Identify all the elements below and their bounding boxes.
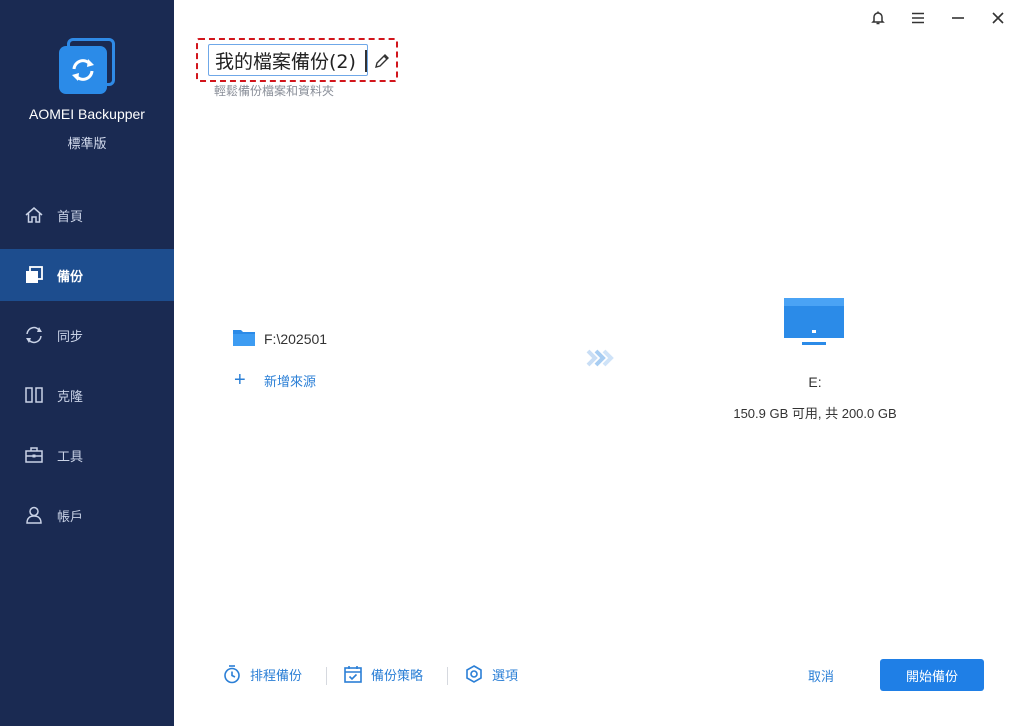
start-backup-button[interactable]: 開始備份 (880, 659, 984, 691)
sidebar-item-label: 首頁 (57, 209, 84, 225)
task-name-highlight: 我的檔案備份(2) (196, 38, 398, 82)
toolbox-icon (24, 445, 44, 465)
add-source-button[interactable]: + 新增來源 (234, 370, 316, 390)
destination-drive-icon[interactable] (782, 296, 848, 356)
divider (447, 667, 448, 685)
sidebar-nav: 首頁 備份 同步 克隆 工具 帳戶 (0, 189, 174, 549)
menu-icon[interactable] (902, 6, 934, 30)
home-icon (24, 205, 44, 225)
app-edition: 標準版 (67, 137, 107, 152)
sidebar-item-backup[interactable]: 備份 (0, 249, 174, 301)
sidebar-item-label: 帳戶 (57, 509, 84, 525)
backup-scheme-label: 備份策略 (371, 668, 424, 684)
minimize-icon[interactable] (942, 6, 974, 30)
sidebar-item-label: 備份 (57, 269, 84, 285)
divider (326, 667, 327, 685)
options-label: 選項 (492, 668, 519, 684)
pencil-icon[interactable] (373, 52, 391, 70)
close-icon[interactable] (982, 6, 1014, 30)
source-item[interactable]: F:\202501 (232, 327, 327, 351)
app-name: AOMEI Backupper (29, 106, 145, 122)
text-cursor (365, 50, 367, 72)
flow-arrows-icon (586, 348, 616, 372)
sidebar-item-account[interactable]: 帳戶 (0, 489, 174, 541)
source-path: F:\202501 (264, 331, 328, 347)
sidebar-item-clone[interactable]: 克隆 (0, 369, 174, 421)
sidebar-item-tools[interactable]: 工具 (0, 429, 174, 481)
refresh-logo-icon (59, 46, 107, 94)
add-source-label: 新增來源 (264, 374, 317, 390)
hexagon-settings-icon (466, 665, 482, 683)
sidebar-item-label: 同步 (57, 329, 84, 345)
bell-icon[interactable] (862, 6, 894, 30)
calendar-check-icon (344, 666, 362, 683)
stopwatch-icon (224, 665, 240, 684)
destination-name: E: (808, 374, 822, 390)
backup-icon (24, 265, 44, 285)
plus-icon: + (234, 369, 246, 391)
schedule-backup-button[interactable]: 排程備份 (222, 664, 302, 684)
sidebar: AOMEI Backupper 標準版 首頁 備份 同步 克隆 工具 帳戶 (0, 0, 174, 726)
folder-icon (232, 327, 256, 351)
user-icon (24, 505, 44, 525)
options-button[interactable]: 選項 (464, 664, 518, 684)
schedule-backup-label: 排程備份 (250, 668, 303, 684)
sync-icon (24, 325, 44, 345)
sidebar-item-label: 克隆 (57, 389, 84, 405)
sidebar-item-label: 工具 (57, 449, 84, 465)
destination-capacity: 150.9 GB 可用, 共 200.0 GB (733, 406, 897, 421)
app-logo (59, 38, 117, 96)
window-titlebar (862, 6, 1014, 30)
task-subtitle: 輕鬆備份檔案和資料夾 (214, 84, 335, 98)
backup-scheme-button[interactable]: 備份策略 (343, 664, 423, 684)
sidebar-item-home[interactable]: 首頁 (0, 189, 174, 241)
task-name-input[interactable]: 我的檔案備份(2) (208, 44, 368, 76)
clone-icon (24, 385, 44, 405)
cancel-button[interactable]: 取消 (786, 659, 856, 691)
sidebar-item-sync[interactable]: 同步 (0, 309, 174, 361)
